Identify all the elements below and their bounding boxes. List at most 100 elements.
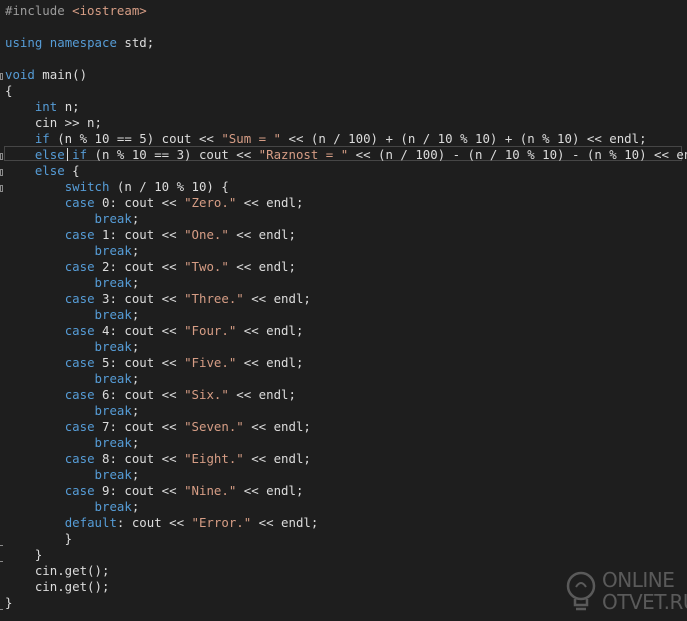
code-line[interactable]: using namespace std;: [0, 35, 687, 51]
code-token: << endl;: [236, 355, 304, 370]
code-token: cin.get();: [5, 579, 110, 594]
code-token: case: [64, 451, 95, 466]
watermark: ONLINE OTVET.RU: [564, 565, 687, 615]
code-token: break: [94, 211, 132, 226]
code-line[interactable]: break;: [0, 211, 687, 227]
code-line[interactable]: case 0: cout << "Zero." << endl;: [0, 195, 687, 211]
code-line[interactable]: break;: [0, 371, 687, 387]
code-token: }: [5, 595, 13, 610]
code-line-text: using namespace std;: [5, 35, 154, 51]
code-line-text: case 8: cout << "Eight." << endl;: [5, 451, 311, 467]
code-token: << endl;: [251, 515, 319, 530]
code-token: << endl;: [236, 195, 304, 210]
code-line-text: int n;: [5, 99, 80, 115]
code-line[interactable]: break;: [0, 499, 687, 515]
code-line-text: {: [5, 83, 12, 99]
code-line[interactable]: case 3: cout << "Three." << endl;: [0, 291, 687, 307]
code-token: else: [34, 147, 65, 162]
code-line[interactable]: switch (n / 10 % 10) {: [0, 179, 687, 195]
code-line[interactable]: case 6: cout << "Six." << endl;: [0, 387, 687, 403]
code-line[interactable]: case 7: cout << "Seven." << endl;: [0, 419, 687, 435]
code-token: }: [5, 531, 73, 546]
code-token: (n % 10 == 5) cout <<: [49, 131, 222, 146]
code-token: default: [64, 515, 117, 530]
code-token: cin.get();: [5, 563, 110, 578]
code-line[interactable]: break;: [0, 467, 687, 483]
code-line[interactable]: }: [0, 531, 687, 547]
code-line[interactable]: case 2: cout << "Two." << endl;: [0, 259, 687, 275]
code-token: "Four.": [184, 323, 237, 338]
code-token: break: [94, 275, 132, 290]
code-line[interactable]: default: cout << "Error." << endl;: [0, 515, 687, 531]
code-line[interactable]: break;: [0, 403, 687, 419]
code-editor[interactable]: #include <iostream> using namespace std; v…: [0, 0, 687, 621]
code-line[interactable]: }: [0, 547, 687, 563]
code-token: ;: [131, 211, 140, 226]
code-token: << endl;: [228, 259, 296, 274]
code-line[interactable]: case 8: cout << "Eight." << endl;: [0, 451, 687, 467]
code-token: break: [94, 339, 132, 354]
code-line[interactable]: int n;: [0, 99, 687, 115]
code-token: break: [94, 243, 132, 258]
code-line[interactable]: #include <iostream>: [0, 3, 687, 19]
code-token: std;: [116, 35, 155, 50]
code-line-text: case 5: cout << "Five." << endl;: [5, 355, 304, 371]
code-line-text: case 9: cout << "Nine." << endl;: [5, 483, 304, 499]
code-token: "Five.": [184, 355, 237, 370]
code-token: namespace: [49, 35, 117, 50]
code-token: << endl;: [243, 419, 311, 434]
code-line[interactable]: case 5: cout << "Five." << endl;: [0, 355, 687, 371]
code-line[interactable]: void main(): [0, 67, 687, 83]
code-line[interactable]: break;: [0, 435, 687, 451]
code-token: case: [64, 419, 95, 434]
code-token: (n / 10 % 10) {: [109, 179, 229, 194]
code-token: case: [64, 195, 95, 210]
code-line[interactable]: if (n % 10 == 5) cout << "Sum = " << (n …: [0, 131, 687, 147]
code-token: << endl;: [236, 323, 304, 338]
code-line-text: break;: [5, 307, 140, 323]
code-line[interactable]: [0, 19, 687, 35]
code-token: (n % 10 == 3) cout <<: [87, 147, 259, 162]
code-line-text: break;: [5, 339, 140, 355]
code-token: case: [64, 227, 95, 242]
code-token: 7: cout <<: [94, 419, 185, 434]
code-token: "Eight.": [184, 451, 244, 466]
code-line[interactable]: case 9: cout << "Nine." << endl;: [0, 483, 687, 499]
code-line[interactable]: else {: [0, 163, 687, 179]
code-token: << endl;: [228, 387, 296, 402]
code-token: break: [94, 371, 132, 386]
code-line-text: break;: [5, 499, 140, 515]
code-token: break: [94, 499, 132, 514]
lightbulb-icon: [566, 571, 596, 611]
code-line[interactable]: case 4: cout << "Four." << endl;: [0, 323, 687, 339]
code-line[interactable]: break;: [0, 339, 687, 355]
code-line[interactable]: {: [0, 83, 687, 99]
code-line-text: #include <iostream>: [5, 3, 147, 19]
code-line[interactable]: else if (n % 10 == 3) cout << "Raznost =…: [0, 147, 687, 163]
code-line[interactable]: break;: [0, 307, 687, 323]
code-line-text: case 0: cout << "Zero." << endl;: [5, 195, 304, 211]
code-token: "Raznost = ": [258, 147, 349, 162]
code-line[interactable]: case 1: cout << "One." << endl;: [0, 227, 687, 243]
code-token: 9: cout <<: [94, 483, 185, 498]
code-token: "Six.": [184, 387, 229, 402]
code-token: else: [34, 163, 65, 178]
code-line[interactable]: break;: [0, 275, 687, 291]
code-line-text: break;: [5, 403, 140, 419]
code-line[interactable]: break;: [0, 243, 687, 259]
code-token: if: [34, 131, 50, 146]
code-token: #include: [5, 3, 73, 18]
code-line[interactable]: [0, 51, 687, 67]
code-line[interactable]: cin >> n;: [0, 115, 687, 131]
code-line-text: default: cout << "Error." << endl;: [5, 515, 319, 531]
code-token: ;: [131, 371, 140, 386]
